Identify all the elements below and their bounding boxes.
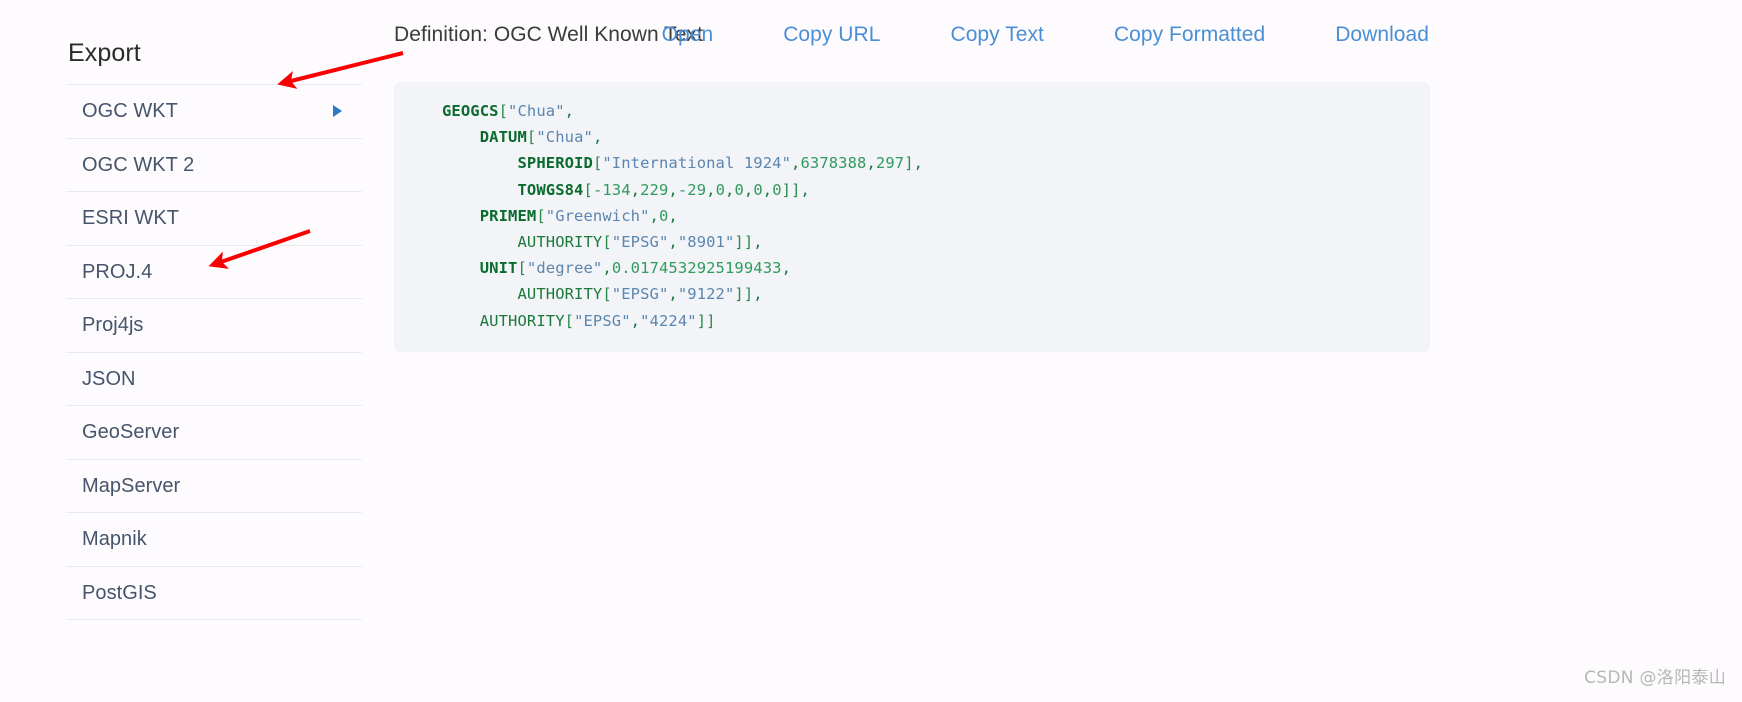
sidebar-item-mapserver[interactable]: MapServer	[66, 460, 362, 513]
sidebar-item-mapnik[interactable]: Mapnik	[66, 513, 362, 567]
sidebar-item-label: JSON	[82, 367, 136, 390]
csdn-watermark: CSDN @洛阳泰山	[1584, 668, 1726, 688]
sidebar-item-ogc-wkt-2[interactable]: OGC WKT 2	[66, 139, 362, 192]
download-link[interactable]: Download	[1335, 23, 1429, 47]
export-definition-page: Export OGC WKT OGC WKT 2 ESRI WKT PROJ.4…	[0, 0, 1742, 702]
sidebar-item-label: OGC WKT 2	[82, 153, 195, 176]
open-link[interactable]: Open	[662, 23, 714, 47]
sidebar-item-geoserver[interactable]: GeoServer	[66, 406, 362, 460]
sidebar-item-postgis[interactable]: PostGIS	[66, 567, 362, 620]
copy-formatted-link[interactable]: Copy Formatted	[1114, 23, 1265, 47]
sidebar-item-label: Mapnik	[82, 528, 147, 551]
sidebar-item-label: Proj4js	[82, 314, 144, 337]
sidebar-item-label: PROJ.4	[82, 260, 153, 283]
sidebar-item-ogc-wkt[interactable]: OGC WKT	[66, 85, 362, 139]
sidebar-item-label: PostGIS	[82, 581, 157, 604]
sidebar-item-proj4js[interactable]: Proj4js	[66, 299, 362, 353]
sidebar-item-json[interactable]: JSON	[66, 353, 362, 406]
sidebar-item-label: MapServer	[82, 474, 181, 497]
definition-header: Definition: OGC Well Known Text Open Cop…	[394, 0, 1742, 72]
copy-text-link[interactable]: Copy Text	[950, 23, 1043, 47]
wkt-code-text: GEOGCS["Chua", DATUM["Chua", SPHEROID["I…	[442, 102, 924, 330]
page-title: Export	[68, 39, 141, 67]
definition-panel: Definition: OGC Well Known Text Open Cop…	[394, 0, 1742, 702]
export-format-list: OGC WKT OGC WKT 2 ESRI WKT PROJ.4 Proj4j…	[66, 84, 362, 620]
definition-actions: Open Copy URL Copy Text Copy Formatted D…	[662, 23, 1429, 47]
sidebar-item-label: GeoServer	[82, 421, 180, 444]
sidebar-item-proj4[interactable]: PROJ.4	[66, 246, 362, 299]
wkt-code-block[interactable]: GEOGCS["Chua", DATUM["Chua", SPHEROID["I…	[394, 82, 1430, 352]
chevron-right-icon	[333, 105, 342, 118]
sidebar-item-esri-wkt[interactable]: ESRI WKT	[66, 192, 362, 246]
definition-title: Definition: OGC Well Known Text	[394, 23, 703, 46]
export-sidebar: Export OGC WKT OGC WKT 2 ESRI WKT PROJ.4…	[66, 38, 362, 620]
sidebar-item-label: ESRI WKT	[82, 207, 180, 230]
sidebar-item-label: OGC WKT	[82, 100, 178, 123]
copy-url-link[interactable]: Copy URL	[783, 23, 880, 47]
